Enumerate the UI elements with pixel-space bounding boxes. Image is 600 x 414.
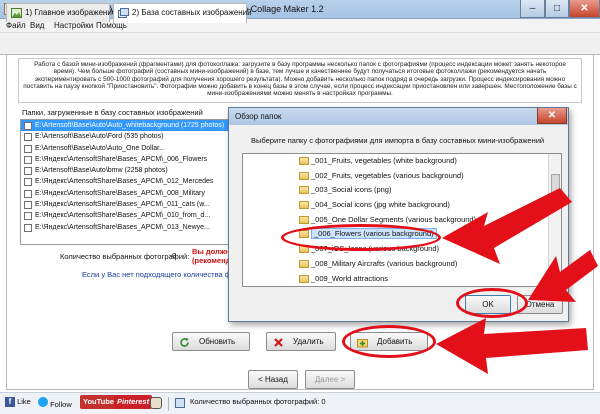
arrow-to-add	[436, 318, 588, 374]
annotation-arrows	[436, 188, 598, 374]
arrow-to-flowers	[442, 188, 572, 264]
arrow-to-ok	[528, 250, 598, 302]
